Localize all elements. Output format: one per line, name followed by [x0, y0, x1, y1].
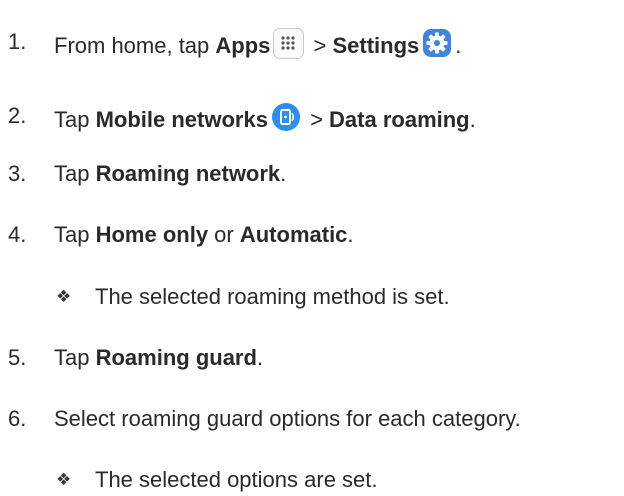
- settings-label: Settings: [332, 33, 420, 58]
- step-text-plain: Tap: [54, 161, 96, 186]
- step-separator: >: [307, 33, 333, 58]
- diamond-bullet-icon: ❖: [56, 470, 72, 489]
- step-text-plain: Tap: [54, 345, 96, 370]
- step-period: .: [455, 33, 462, 58]
- step-text: Select roaming guard options for each ca…: [54, 406, 521, 431]
- settings-icon: [422, 28, 452, 58]
- step-period: .: [280, 161, 287, 186]
- mobile-networks-icon: [271, 102, 301, 132]
- step-text: Tap Roaming network.: [54, 160, 286, 188]
- step-number: 3.: [8, 161, 27, 186]
- step-number: 1.: [8, 29, 27, 54]
- result-text: The selected options are set.: [95, 467, 378, 492]
- step-number: 6.: [8, 406, 27, 431]
- step-separator: >: [303, 107, 330, 132]
- step-number: 2.: [8, 103, 27, 128]
- step-text: From home, tap Apps > Settings.: [54, 28, 461, 60]
- diamond-bullet-icon: ❖: [56, 287, 72, 306]
- step-text: Tap Mobile networks > Data roaming.: [54, 102, 476, 134]
- step-text-plain: From home, tap: [54, 33, 216, 58]
- roaming-network-label: Roaming network: [95, 161, 281, 186]
- step-number: 5.: [8, 345, 27, 370]
- mobile-networks-label: Mobile networks: [95, 107, 268, 132]
- data-roaming-label: Data roaming: [329, 107, 470, 132]
- step-period: .: [469, 107, 476, 132]
- automatic-label: Automatic: [239, 222, 348, 247]
- result-text: The selected roaming method is set.: [95, 284, 450, 309]
- apps-icon: [273, 28, 305, 59]
- step-period: .: [347, 222, 354, 247]
- step-text-plain: Tap: [54, 222, 96, 247]
- step-text-plain: or: [208, 222, 240, 247]
- step-period: .: [256, 345, 264, 370]
- step-text: Tap Home only or Automatic.: [54, 221, 354, 249]
- step-text-plain: Tap: [54, 107, 96, 132]
- step-text: Tap Roaming guard.: [54, 344, 263, 372]
- roaming-guard-label: Roaming guard: [95, 345, 257, 370]
- step-number: 4.: [8, 222, 27, 247]
- home-only-label: Home only: [95, 222, 209, 247]
- apps-label: Apps: [215, 33, 271, 58]
